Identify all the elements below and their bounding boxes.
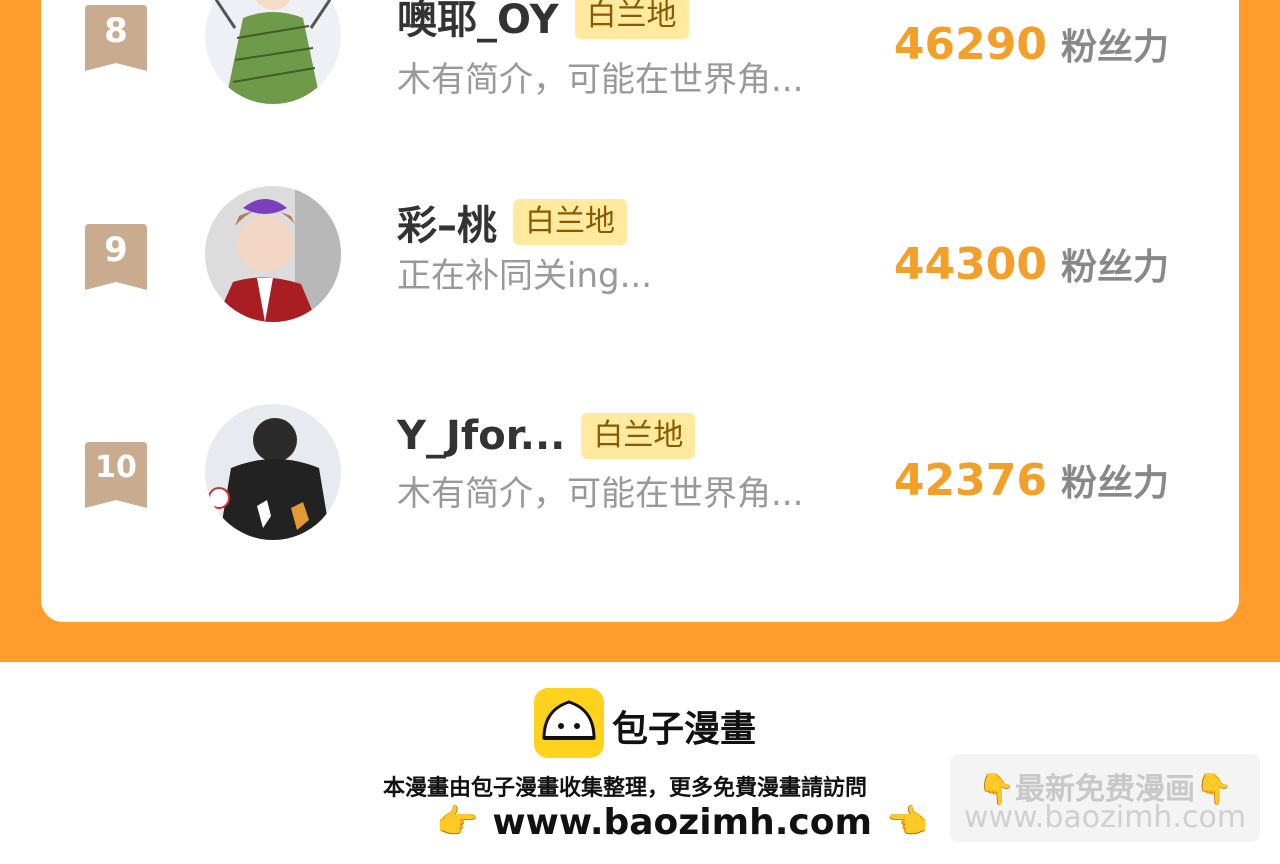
ranking-card: 8 噢耶_OY 白兰地 木有简介，可能在世界角... 46290 粉丝力 9 彩…	[41, 0, 1239, 622]
avatar[interactable]	[205, 186, 341, 322]
fans-score: 42376 粉丝力	[894, 454, 1169, 506]
level-tag: 白兰地	[581, 413, 696, 459]
footer-description: 本漫畫由包子漫畫收集整理，更多免費漫畫請訪問	[383, 776, 868, 801]
site-url-link[interactable]: www.baozimh.com	[492, 802, 872, 843]
fans-score: 46290 粉丝力	[894, 18, 1169, 70]
fans-number: 42376	[893, 455, 1047, 506]
footer-url-row: 👉 www.baozimh.com 👈	[436, 800, 928, 844]
fans-number: 46290	[893, 19, 1047, 70]
rank-number: 9	[104, 230, 128, 270]
watermark-url: www.baozimh.com	[963, 800, 1247, 835]
fans-label: 粉丝力	[1060, 27, 1169, 68]
baozi-logo-icon[interactable]	[534, 688, 604, 758]
user-name[interactable]: 彩–桃	[397, 193, 497, 251]
avatar[interactable]	[205, 404, 341, 540]
ranking-row[interactable]: 10 Y_Jfor... 白兰地 木有简介，可能在世界角... 42376 粉丝…	[41, 402, 1239, 562]
ranking-row[interactable]: 8 噢耶_OY 白兰地 木有简介，可能在世界角... 46290 粉丝力	[41, 0, 1239, 140]
user-name[interactable]: Y_Jfor...	[397, 413, 565, 459]
fans-label: 粉丝力	[1060, 247, 1169, 288]
user-name[interactable]: 噢耶_OY	[397, 0, 559, 45]
rank-number: 8	[104, 11, 128, 51]
ranking-row[interactable]: 9 彩–桃 白兰地 正在补同关ing... 44300 粉丝力	[41, 184, 1239, 344]
pointing-right-icon: 👉	[436, 802, 479, 842]
brand-name[interactable]: 包子漫畫	[612, 700, 756, 752]
fans-number: 44300	[893, 239, 1047, 290]
fans-score: 44300 粉丝力	[894, 238, 1169, 290]
pointing-left-icon: 👈	[885, 802, 929, 842]
user-bio: 木有简介，可能在世界角...	[397, 474, 804, 514]
level-tag: 白兰地	[574, 0, 689, 39]
rank-number: 10	[95, 450, 137, 485]
rank-badge: 8	[85, 5, 147, 71]
level-tag: 白兰地	[513, 199, 627, 245]
rank-badge: 10	[85, 442, 147, 508]
watermark: 👇最新免费漫画👇 www.baozimh.com	[950, 754, 1260, 842]
avatar[interactable]	[205, 0, 341, 104]
rank-badge: 9	[85, 224, 147, 290]
user-bio: 木有简介，可能在世界角...	[397, 60, 804, 100]
fans-label: 粉丝力	[1060, 463, 1169, 504]
user-bio: 正在补同关ing...	[397, 256, 652, 296]
